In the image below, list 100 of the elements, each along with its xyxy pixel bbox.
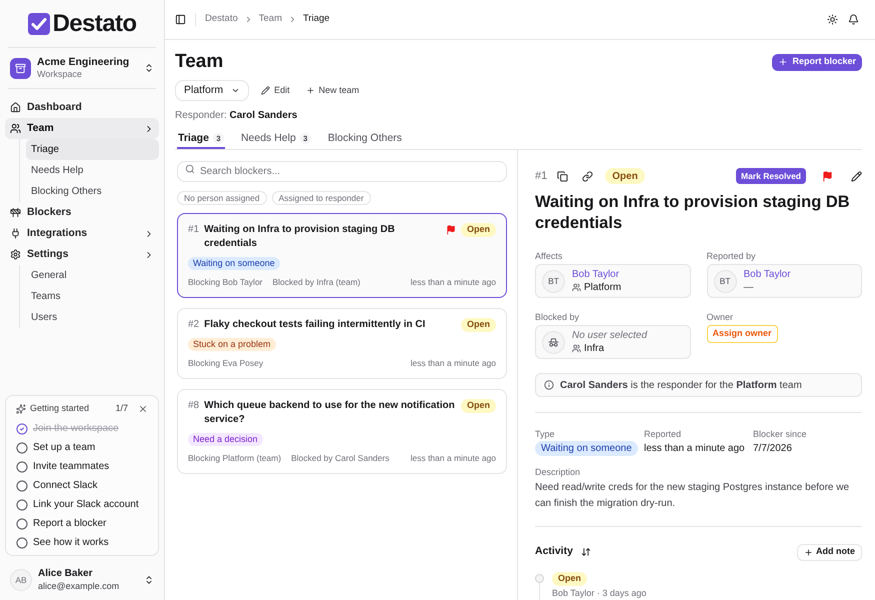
field-label: Owner [706, 312, 734, 323]
search-field[interactable]: Search blockers... [177, 161, 507, 182]
report-blocker-button[interactable]: Report blocker [772, 54, 862, 70]
add-note-button[interactable]: Add note [797, 544, 862, 560]
card-title: Getting started [30, 402, 90, 416]
breadcrumb-link[interactable]: Triage [302, 12, 330, 27]
blocker-number: #1 [535, 168, 548, 184]
check-circle-icon[interactable] [16, 422, 28, 434]
flag-icon[interactable] [822, 170, 833, 182]
filter-chip[interactable]: No person assigned [177, 191, 267, 205]
status-badge: Open [460, 318, 496, 332]
info-icon [544, 380, 554, 390]
circle-icon[interactable] [16, 498, 28, 510]
blocker-title: Waiting on Infra to provision staging DB credentials [204, 223, 396, 251]
link-icon[interactable] [582, 170, 594, 182]
blocked-by-text: Blocked by Carol Sanders [291, 453, 390, 464]
task-label[interactable]: Link your Slack account [33, 497, 139, 512]
text-button[interactable]: New team [302, 82, 364, 100]
blocker-card[interactable]: #2 Flaky checkout tests failing intermittently in CI Open Stuck on a problem Blocking Eva Posey less than a minute ago [177, 308, 507, 379]
blocker-title: Waiting on Infra to provision staging DB credentials [535, 192, 851, 234]
team-select[interactable]: Platform [175, 80, 250, 101]
assign-owner-button[interactable]: Assign owner [706, 325, 778, 343]
avatar: BT [714, 270, 736, 292]
blocking-text: Blocking Platform (team) [188, 453, 282, 464]
nav-subitem[interactable]: Triage [26, 139, 159, 160]
task-label[interactable]: Report a blocker [33, 516, 106, 531]
workspace-label: Workspace [37, 68, 83, 80]
text-button[interactable]: Edit [257, 82, 294, 100]
nav-subitem[interactable]: Users [26, 307, 159, 328]
blocker-number: #1 [188, 223, 200, 237]
logo-text: Destato [52, 12, 136, 36]
nav-subitem[interactable]: Blocking Others [26, 181, 159, 202]
field-label: Reported [644, 429, 682, 440]
filter-chip[interactable]: Assigned to responder [272, 191, 371, 205]
type-badge: Stuck on a problem [188, 338, 276, 351]
workspace-icon [10, 58, 31, 78]
task-label[interactable]: See how it works [33, 535, 109, 550]
user-email: alice@example.com [38, 580, 120, 592]
notice-text: Carol Sanders is the responder for the Platform team [560, 378, 802, 392]
team-name: Platform [584, 281, 622, 294]
blocker-number: #8 [188, 399, 200, 413]
time-text: less than a minute ago [410, 358, 496, 369]
pencil-icon[interactable] [851, 170, 862, 182]
sort-icon[interactable] [580, 547, 591, 557]
field-label: Reported by [706, 251, 757, 262]
empty-person-text: No user selected [572, 329, 648, 342]
circle-icon[interactable] [16, 518, 28, 530]
time-text: less than a minute ago [410, 453, 496, 464]
page-title: Team [175, 50, 224, 74]
status-badge: Open [552, 572, 588, 586]
chevrons-up-down-icon[interactable] [144, 575, 154, 585]
person-link[interactable]: Bob Taylor [572, 268, 622, 281]
close-icon[interactable] [138, 404, 148, 414]
status-badge: Open [460, 223, 496, 237]
tab[interactable]: Blocking Others [326, 130, 403, 149]
circle-icon[interactable] [16, 536, 28, 548]
bell-icon[interactable] [848, 14, 859, 25]
circle-icon[interactable] [16, 480, 28, 492]
breadcrumb-link[interactable]: Team [258, 12, 282, 27]
blocker-card[interactable]: #8 Which queue backend to use for the new notification service? Open Need a decision Blocking Platform (team) Blocked by Carol Sanders less than a minute ago [177, 389, 507, 474]
search-icon [185, 164, 195, 174]
users-icon [572, 283, 581, 292]
circle-icon[interactable] [16, 460, 28, 472]
plus-icon [804, 548, 813, 556]
nav-item[interactable]: Settings [5, 244, 159, 265]
sparkles-icon [16, 404, 26, 414]
user-name: Alice Baker [38, 568, 94, 580]
task-label[interactable]: Set up a team [33, 440, 96, 455]
empty-value-dash: — [744, 281, 754, 294]
blocker-title: Flaky checkout tests failing intermittently in CI [204, 318, 426, 332]
blocker-title: Which queue backend to use for the new notification service? [204, 399, 456, 427]
plus-icon [778, 57, 788, 67]
workspace-name: Acme Engineering [37, 56, 130, 68]
blocker-card[interactable]: #1 Waiting on Infra to provision staging DB credentials Open Waiting on someone Blocking Bob Taylor Blocked by Infra (team) less than a minute ago [177, 213, 507, 298]
team-name: Infra [584, 342, 604, 355]
task-label[interactable]: Invite teammates [33, 459, 110, 474]
nav-item[interactable]: Integrations [5, 223, 159, 244]
nav-item[interactable]: Dashboard [5, 97, 159, 118]
nav-subitem[interactable]: Needs Help [26, 160, 159, 181]
nav-subitem[interactable]: Teams [26, 286, 159, 307]
breadcrumb-link[interactable]: Destato [205, 12, 238, 27]
sun-icon[interactable] [827, 14, 838, 25]
responder-text: Responder: Carol Sanders [175, 109, 298, 123]
person-link[interactable]: Bob Taylor [744, 268, 791, 281]
chevrons-up-down-icon[interactable] [144, 63, 154, 73]
users-icon [572, 344, 581, 353]
field-label: Description [535, 467, 582, 478]
sidebar-toggle-icon[interactable] [175, 14, 186, 25]
section-title: Activity [535, 544, 573, 560]
nav-subitem[interactable]: General [26, 265, 159, 286]
mark-resolved-button[interactable]: Mark Resolved [736, 168, 806, 184]
task-label[interactable]: Connect Slack [33, 478, 98, 493]
avatar: AB [10, 569, 32, 591]
circle-icon[interactable] [16, 442, 28, 454]
nav-item[interactable]: Team [5, 118, 159, 139]
barrier-icon [10, 207, 21, 218]
type-badge: Waiting on someone [535, 441, 638, 456]
field-label: Type [535, 429, 556, 440]
nav-item[interactable]: Blockers [5, 202, 159, 223]
copy-icon[interactable] [557, 170, 568, 182]
